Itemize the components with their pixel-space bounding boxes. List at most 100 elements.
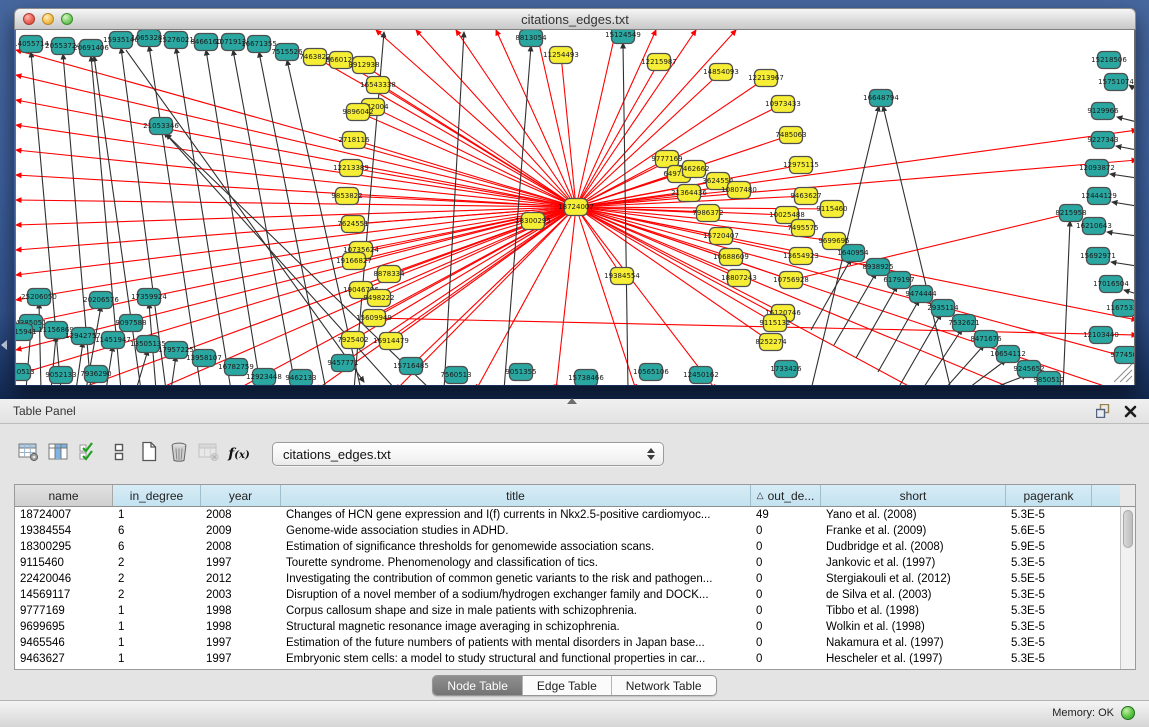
collapse-panel-arrow-icon[interactable]	[1, 340, 7, 350]
table-cell-out-de-[interactable]: 0	[751, 603, 821, 619]
table-cell-year[interactable]: 2009	[201, 523, 281, 539]
table-cell-short[interactable]: Yano et al. (2008)	[821, 507, 1006, 523]
graph-node[interactable]: 9115132	[759, 315, 790, 332]
graph-node[interactable]: 7532621	[948, 315, 979, 332]
select-columns-button[interactable]	[74, 440, 104, 468]
graph-node[interactable]: 7936290	[80, 366, 111, 383]
graph-node[interactable]: 9097588	[115, 315, 146, 332]
table-cell-year[interactable]: 1997	[201, 635, 281, 651]
table-cell-pagerank[interactable]: 5.3E-5	[1006, 555, 1092, 571]
table-cell-out-de-[interactable]: 0	[751, 555, 821, 571]
table-cell-out-de-[interactable]: 0	[751, 651, 821, 667]
table-row[interactable]: 946554611997Estimation of the future num…	[15, 635, 1120, 651]
table-cell-in-degree[interactable]: 1	[113, 507, 201, 523]
show-columns-button[interactable]	[44, 440, 74, 468]
column-header-in-degree[interactable]: in_degree	[113, 485, 201, 506]
create-column-button[interactable]	[134, 440, 164, 468]
graph-node[interactable]: 8215958	[1055, 205, 1086, 222]
graph-node[interactable]: 9457771	[327, 355, 358, 372]
table-cell-year[interactable]: 1998	[201, 603, 281, 619]
table-cell-year[interactable]: 2008	[201, 507, 281, 523]
table-row[interactable]: 1456911722003Disruption of a novel membe…	[15, 587, 1120, 603]
graph-node[interactable]: 7515526	[271, 44, 303, 61]
window-titlebar[interactable]: citations_edges.txt	[14, 8, 1136, 30]
table-cell-year[interactable]: 1997	[201, 651, 281, 667]
graph-node[interactable]: 12450162	[683, 367, 719, 384]
float-window-icon[interactable]	[1096, 404, 1110, 418]
table-cell-short[interactable]: Dudbridge et al. (2008)	[821, 539, 1006, 555]
graph-node[interactable]: 6179197	[883, 272, 914, 289]
table-cell-title[interactable]: Estimation of significance thresholds fo…	[281, 539, 751, 555]
graph-node[interactable]: 10756928	[773, 272, 809, 289]
table-cell-year[interactable]: 1998	[201, 619, 281, 635]
graph-node[interactable]: 7462662	[678, 161, 709, 178]
table-cell-title[interactable]: Estimation of the future numbers of pati…	[281, 635, 751, 651]
graph-node[interactable]: 10654112	[990, 346, 1026, 363]
table-cell-title[interactable]: Embryonic stem cells: a model to study s…	[281, 651, 751, 667]
graph-node[interactable]: 9853822	[331, 188, 362, 205]
table-selector-dropdown[interactable]: citations_edges.txt	[272, 442, 664, 466]
table-cell-in-degree[interactable]: 1	[113, 619, 201, 635]
graph-node[interactable]: 9052133	[45, 367, 76, 384]
graph-node[interactable]: 7495575	[787, 220, 818, 237]
graph-node[interactable]: 1733426	[770, 361, 802, 378]
graph-node[interactable]: 7485063	[775, 127, 806, 144]
table-cell-title[interactable]: Investigating the contribution of common…	[281, 571, 751, 587]
graph-node[interactable]: 15751074	[1098, 74, 1134, 91]
table-cell-pagerank[interactable]: 5.3E-5	[1006, 507, 1092, 523]
tab-edge-table[interactable]: Edge Table	[523, 676, 612, 695]
table-cell-in-degree[interactable]: 2	[113, 555, 201, 571]
table-cell-name[interactable]: 9777169	[15, 603, 113, 619]
graph-node[interactable]: 21053346	[143, 118, 179, 135]
table-cell-in-degree[interactable]: 1	[113, 635, 201, 651]
graph-node[interactable]: 16648794	[863, 90, 899, 107]
graph-node[interactable]: 9474444	[905, 286, 937, 303]
table-row[interactable]: 1830029562008Estimation of significance …	[15, 539, 1120, 555]
table-cell-short[interactable]: Wolkin et al. (1998)	[821, 619, 1006, 635]
table-cell-pagerank[interactable]: 5.5E-5	[1006, 571, 1092, 587]
graph-node[interactable]: 9774500	[1110, 347, 1135, 364]
table-row[interactable]: 946362711997Embryonic stem cells: a mode…	[15, 651, 1120, 667]
table-cell-in-degree[interactable]: 6	[113, 523, 201, 539]
graph-node[interactable]: 17359924	[131, 289, 167, 306]
table-cell-name[interactable]: 9465546	[15, 635, 113, 651]
graph-node[interactable]: 7624551	[337, 216, 368, 233]
table-cell-year[interactable]: 2012	[201, 571, 281, 587]
table-cell-out-de-[interactable]: 0	[751, 523, 821, 539]
graph-node[interactable]: 9115460	[816, 201, 847, 218]
table-cell-short[interactable]: de Silva et al. (2003)	[821, 587, 1006, 603]
table-cell-out-de-[interactable]: 0	[751, 587, 821, 603]
table-cell-pagerank[interactable]: 5.3E-5	[1006, 635, 1092, 651]
tab-network-table[interactable]: Network Table	[612, 676, 716, 695]
table-row[interactable]: 1938455462009Genome-wide association stu…	[15, 523, 1120, 539]
graph-node[interactable]: 15124549	[605, 30, 641, 44]
column-header-short[interactable]: short	[821, 485, 1006, 506]
graph-node[interactable]: 8471676	[970, 331, 1002, 348]
graph-node[interactable]: 12213967	[748, 70, 784, 87]
table-cell-name[interactable]: 9699695	[15, 619, 113, 635]
graph-node[interactable]: 9462133	[285, 370, 316, 386]
delete-columns-button[interactable]	[164, 440, 194, 468]
graph-node[interactable]: 7925402	[337, 332, 368, 349]
table-cell-pagerank[interactable]: 5.6E-5	[1006, 523, 1092, 539]
graph-node[interactable]: 9896042	[342, 104, 373, 121]
table-cell-short[interactable]: Hescheler et al. (1997)	[821, 651, 1006, 667]
graph-node[interactable]: 15738466	[568, 370, 604, 386]
graph-node[interactable]: 2935114	[927, 300, 959, 317]
graph-node[interactable]: 25206050	[21, 289, 57, 306]
table-cell-pagerank[interactable]: 5.3E-5	[1006, 603, 1092, 619]
graph-node[interactable]: 15716485	[393, 358, 429, 375]
table-cell-title[interactable]: Tourette syndrome. Phenomenology and cla…	[281, 555, 751, 571]
table-cell-out-de-[interactable]: 0	[751, 619, 821, 635]
column-header-year[interactable]: year	[201, 485, 281, 506]
graph-node[interactable]: 15692971	[1080, 248, 1116, 265]
table-cell-name[interactable]: 9463627	[15, 651, 113, 667]
table-row[interactable]: 969969511998Structural magnetic resonanc…	[15, 619, 1120, 635]
table-cell-pagerank[interactable]: 5.9E-5	[1006, 539, 1092, 555]
graph-node[interactable]: 8813054	[515, 30, 547, 47]
table-cell-out-de-[interactable]: 49	[751, 507, 821, 523]
table-cell-title[interactable]: Changes of HCN gene expression and I(f) …	[281, 507, 751, 523]
table-cell-short[interactable]: Stergiakouli et al. (2012)	[821, 571, 1006, 587]
graph-node[interactable]: 11675330	[1106, 300, 1135, 317]
table-cell-name[interactable]: 9115460	[15, 555, 113, 571]
